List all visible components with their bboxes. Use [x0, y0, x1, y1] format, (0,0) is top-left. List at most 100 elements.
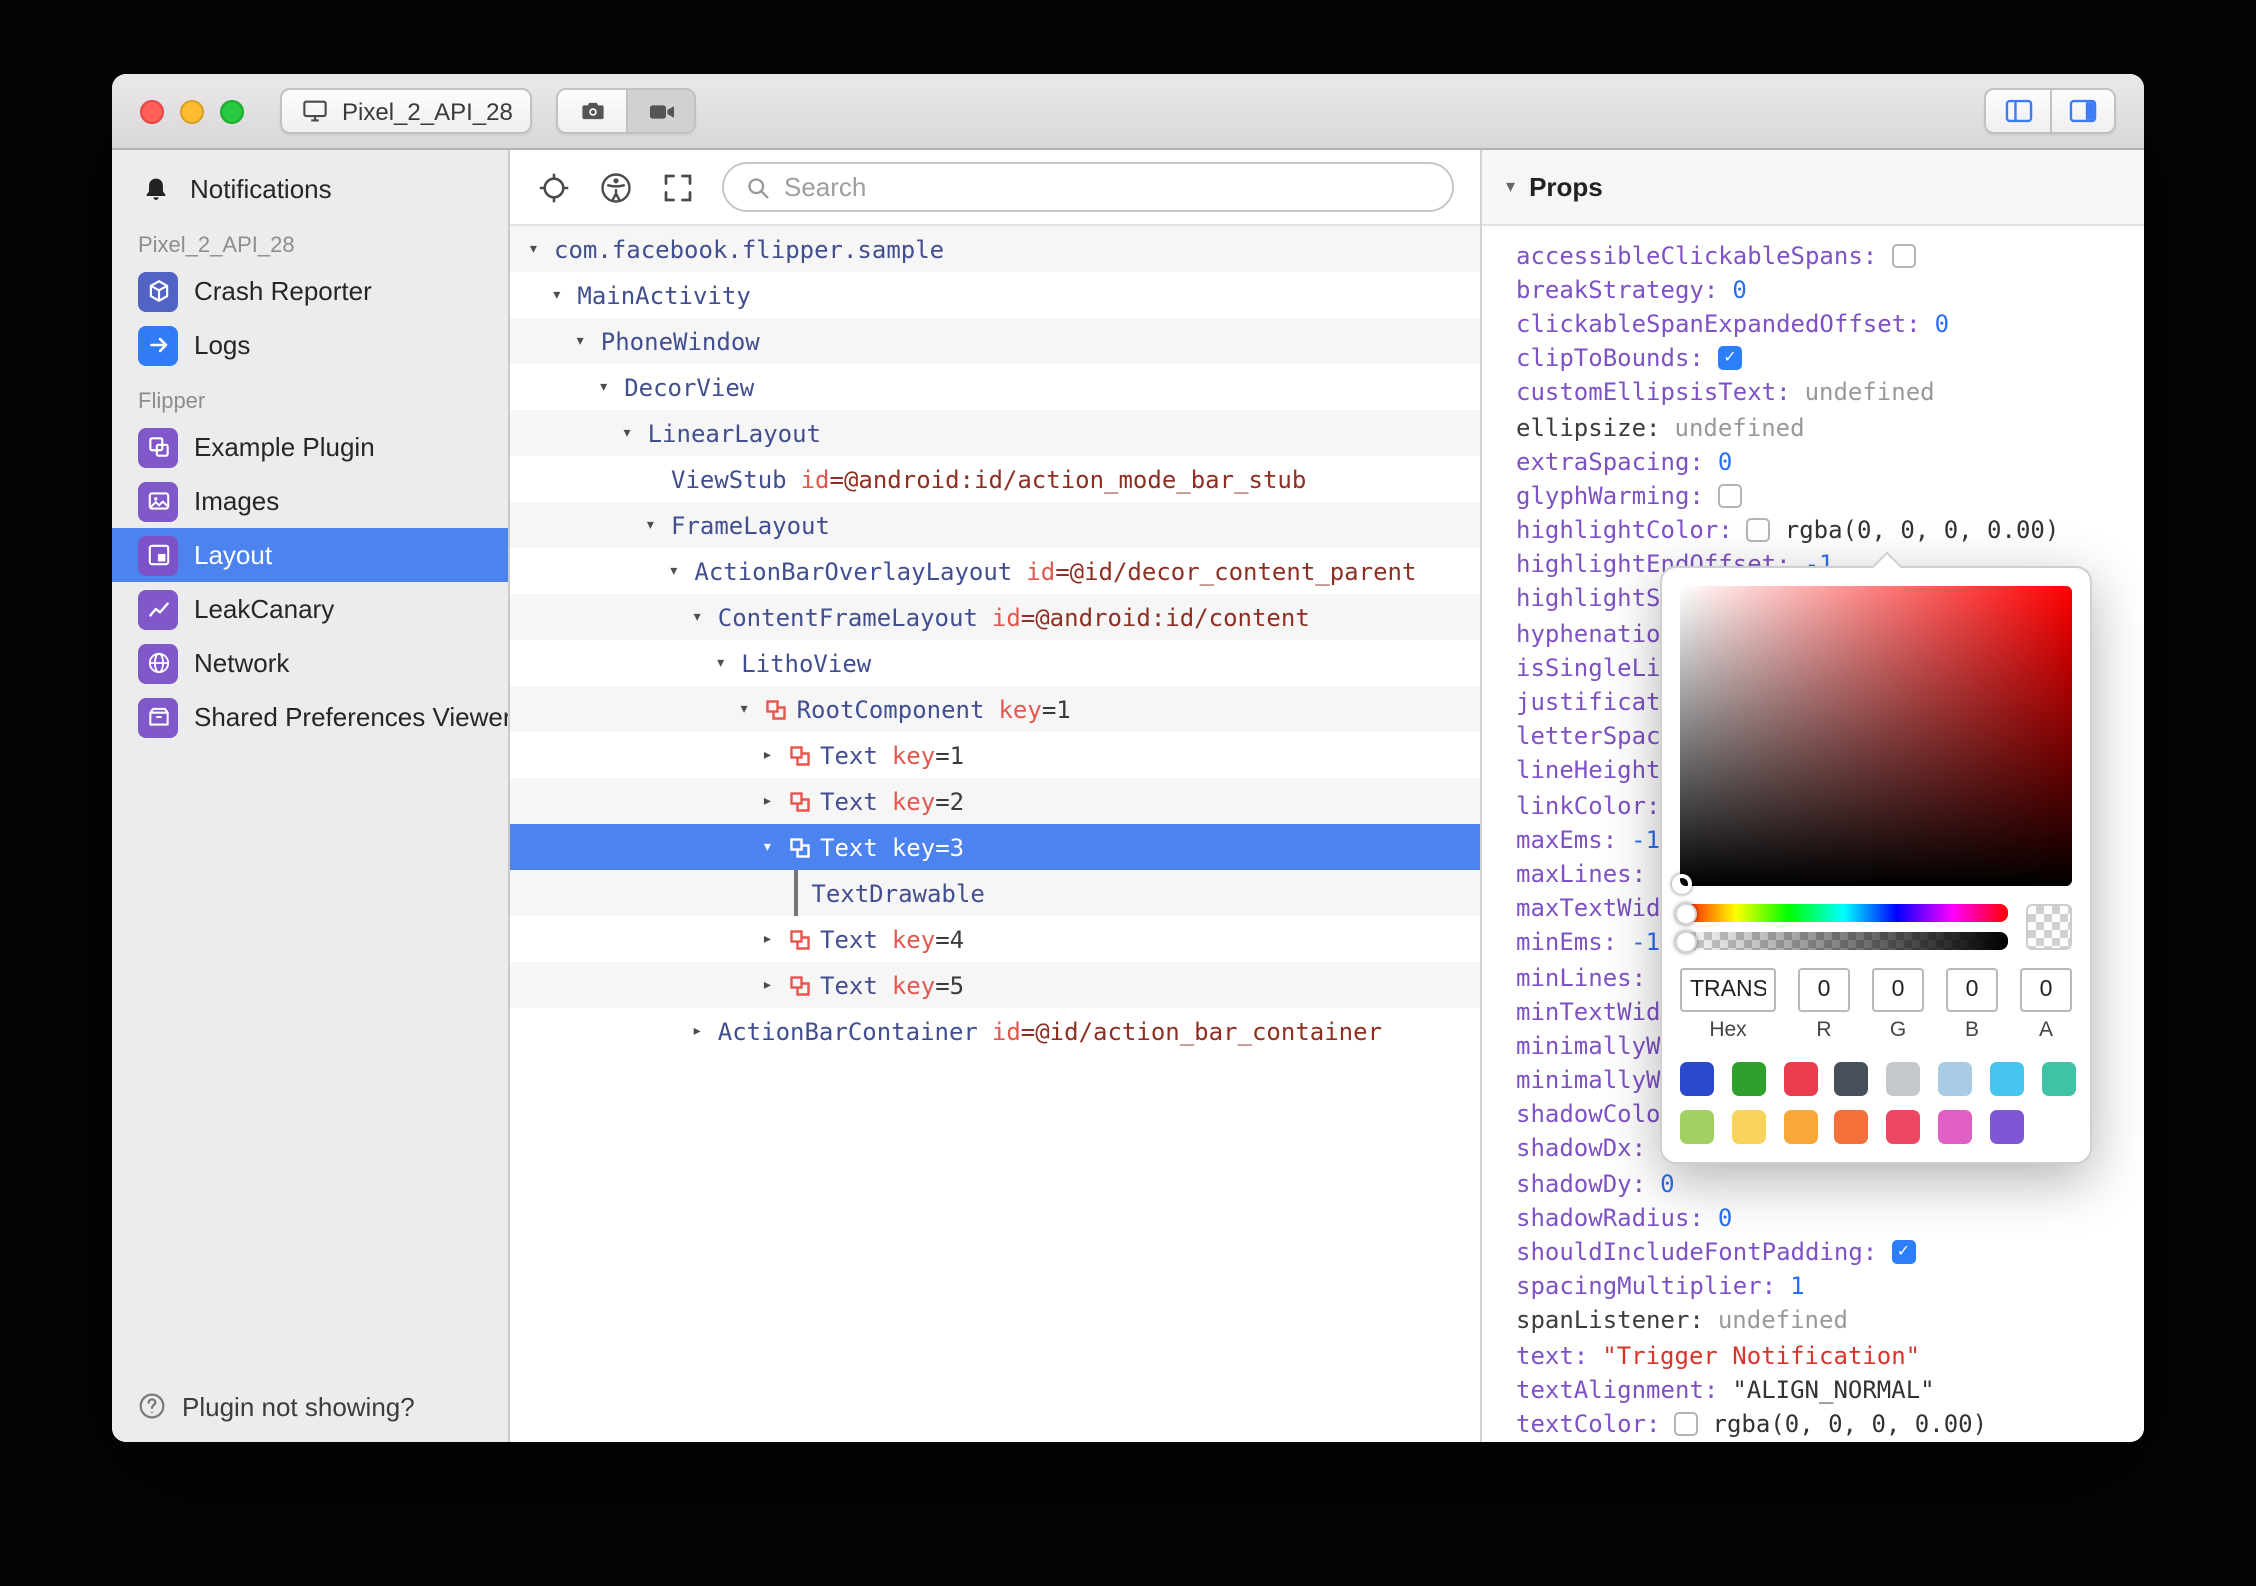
tree-node[interactable]: ▾ MainActivity [510, 272, 1480, 318]
chevron-down-icon[interactable]: ▾ [668, 561, 694, 581]
tree-node[interactable]: ▾ DecorView [510, 364, 1480, 410]
sidebar-item-images[interactable]: Images [112, 474, 508, 528]
tree-node[interactable]: ▾ LithoView [510, 640, 1480, 686]
expand-tree-button[interactable] [660, 169, 696, 205]
tree-node[interactable]: ▸ Text key =5 [510, 962, 1480, 1008]
chevron-down-icon[interactable]: ▾ [715, 653, 741, 673]
element-tree: ▾ com.facebook.flipper.sample ▾ MainActivit… [510, 226, 1480, 1442]
alpha-slider-handle[interactable] [1675, 930, 1697, 952]
chevron-right-icon[interactable]: ▸ [762, 745, 788, 765]
alpha-slider[interactable] [1675, 930, 2008, 952]
prop-key: maxEms: [1516, 825, 1618, 854]
litho-component-icon [765, 697, 789, 721]
red-input[interactable] [1798, 968, 1850, 1012]
color-swatch[interactable] [1886, 1110, 1921, 1144]
target-mode-button[interactable] [536, 169, 572, 205]
saturation-cursor[interactable] [1672, 874, 1692, 894]
toggle-left-panel-button[interactable] [1986, 90, 2050, 132]
tree-node[interactable]: TextDrawable [510, 870, 1480, 916]
camera-icon [578, 96, 608, 126]
bell-icon [138, 173, 174, 205]
chevron-down-icon[interactable]: ▾ [645, 515, 671, 535]
checkbox[interactable] [1717, 346, 1742, 371]
search-input[interactable] [784, 172, 1432, 202]
color-swatch-box[interactable] [1674, 1411, 1699, 1436]
hue-slider-handle[interactable] [1675, 902, 1697, 924]
green-input[interactable] [1872, 968, 1924, 1012]
sidebar-item-network[interactable]: Network [112, 636, 508, 690]
checkbox[interactable] [1891, 243, 1916, 268]
close-button[interactable] [140, 99, 164, 123]
search-box [722, 162, 1454, 212]
screenshot-button[interactable] [558, 90, 627, 132]
tree-node[interactable]: ▾ LinearLayout [510, 410, 1480, 456]
prop-row-spanlistener: spanListener: undefined [1516, 1304, 2144, 1338]
chevron-down-icon[interactable]: ▾ [528, 239, 554, 259]
tree-node-attr-key: id [991, 603, 1021, 631]
chevron-right-icon[interactable]: ▸ [762, 929, 788, 949]
sidebar-item-example-plugin[interactable]: Example Plugin [112, 420, 508, 474]
chevron-right-icon[interactable]: ▸ [762, 791, 788, 811]
color-swatch[interactable] [1937, 1062, 1972, 1096]
tree-toolbar [510, 150, 1480, 226]
checkbox[interactable] [1891, 1240, 1916, 1265]
chevron-down-icon[interactable]: ▾ [762, 837, 788, 857]
tree-node[interactable]: ▾ RootComponent key =1 [510, 686, 1480, 732]
sidebar-item-layout[interactable]: Layout [112, 528, 508, 582]
sidebar-item-crash-reporter[interactable]: Crash Reporter [112, 264, 508, 318]
tree-node[interactable]: ▾ PhoneWindow [510, 318, 1480, 364]
color-swatch[interactable] [1783, 1110, 1818, 1144]
chevron-down-icon[interactable]: ▾ [692, 607, 718, 627]
accessibility-mode-button[interactable] [598, 169, 634, 205]
color-swatch-box[interactable] [1746, 518, 1771, 543]
chevron-right-icon[interactable]: ▸ [692, 1021, 718, 1041]
zoom-button[interactable] [220, 99, 244, 123]
sidebar-item-logs[interactable]: Logs [112, 318, 508, 372]
sidebar-item-leakcanary[interactable]: LeakCanary [112, 582, 508, 636]
color-swatch[interactable] [2041, 1062, 2076, 1096]
color-swatch[interactable] [1834, 1062, 1869, 1096]
chevron-right-icon[interactable]: ▸ [762, 975, 788, 995]
color-swatch[interactable] [1783, 1062, 1818, 1096]
color-swatch[interactable] [1989, 1062, 2024, 1096]
color-swatch[interactable] [1937, 1110, 1972, 1144]
tree-node[interactable]: ▸ Text key =1 [510, 732, 1480, 778]
color-swatch[interactable] [1989, 1110, 2024, 1144]
blue-input[interactable] [1946, 968, 1998, 1012]
tree-node[interactable]: ▸ ActionBarContainer id =@id/action_bar_con… [510, 1008, 1480, 1054]
tree-node[interactable]: ▾ com.facebook.flipper.sample [510, 226, 1480, 272]
tree-node[interactable]: ▾ ActionBarOverlayLayout id =@id/decor_cont… [510, 548, 1480, 594]
alpha-input[interactable] [2020, 968, 2072, 1012]
color-swatch[interactable] [1680, 1062, 1714, 1096]
color-swatch[interactable] [1731, 1062, 1766, 1096]
checkbox[interactable] [1717, 483, 1742, 508]
color-swatch[interactable] [1834, 1110, 1869, 1144]
tree-node[interactable]: ▾ FrameLayout [510, 502, 1480, 548]
prop-value: -1 [1631, 825, 1661, 854]
tree-node[interactable]: ▸ Text key =2 [510, 778, 1480, 824]
color-swatch[interactable] [1731, 1110, 1766, 1144]
chevron-down-icon[interactable]: ▾ [551, 285, 577, 305]
tree-node[interactable]: ▾ Text key =3 [510, 824, 1480, 870]
plugin-help-link[interactable]: Plugin not showing? [136, 1390, 415, 1422]
chevron-down-icon[interactable]: ▾ [739, 699, 765, 719]
sidebar-item-notifications[interactable]: Notifications [112, 162, 508, 216]
hex-input[interactable] [1680, 968, 1776, 1012]
color-swatch[interactable] [1680, 1110, 1714, 1144]
device-selector-button[interactable]: Pixel_2_API_28 [280, 88, 533, 134]
color-swatch[interactable] [1886, 1062, 1921, 1096]
tree-node[interactable]: ViewStub id =@android:id/action_mode_bar_s… [510, 456, 1480, 502]
chevron-down-icon[interactable]: ▾ [575, 331, 601, 351]
chevron-down-icon[interactable]: ▾ [598, 377, 624, 397]
toggle-right-panel-button[interactable] [2050, 90, 2114, 132]
prop-row-clickablespanexpandedoffset: clickableSpanExpandedOffset: 0 [1516, 307, 2144, 341]
tree-node[interactable]: ▸ Text key =4 [510, 916, 1480, 962]
sidebar-item-shared-preferences-viewer[interactable]: Shared Preferences Viewer [112, 690, 508, 744]
hue-slider[interactable] [1675, 902, 2008, 924]
screen-record-button[interactable] [626, 90, 695, 132]
saturation-area[interactable] [1672, 586, 2072, 894]
props-header[interactable]: ▾ Props [1482, 150, 2144, 226]
chevron-down-icon[interactable]: ▾ [622, 423, 648, 443]
tree-node[interactable]: ▾ ContentFrameLayout id =@android:id/conten… [510, 594, 1480, 640]
minimize-button[interactable] [180, 99, 204, 123]
